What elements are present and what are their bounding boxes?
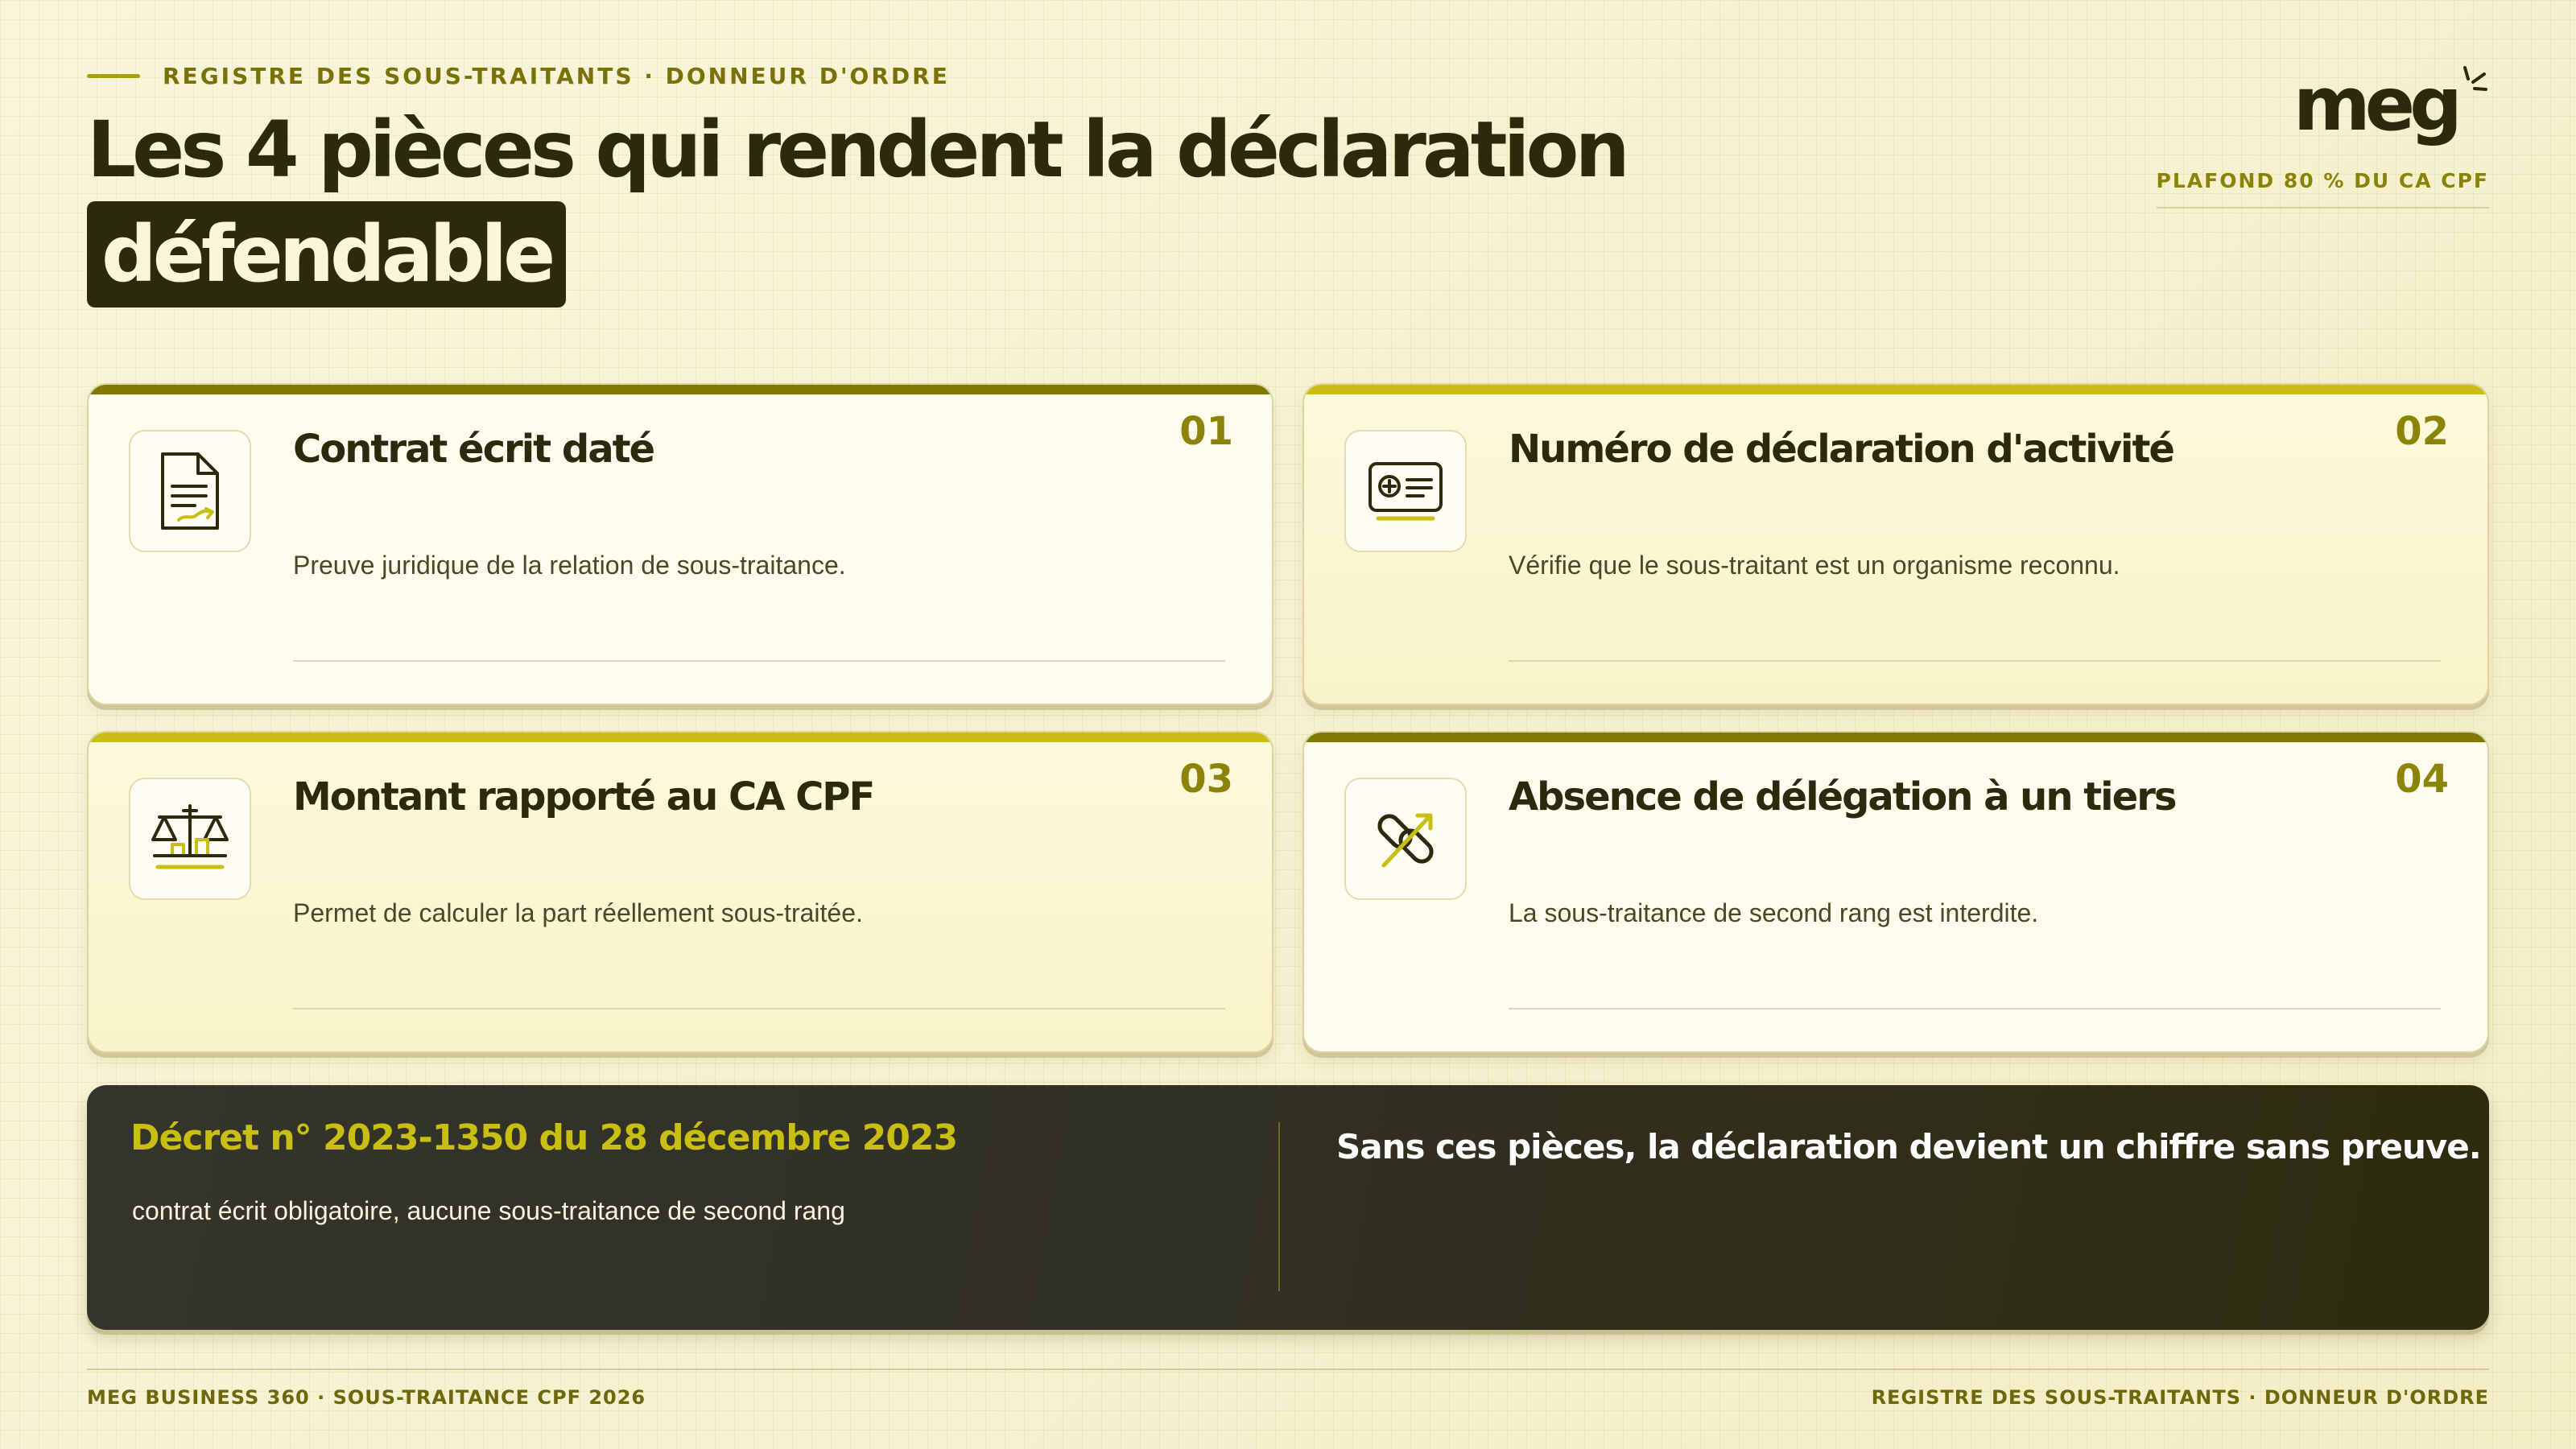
eyebrow: REGISTRE DES SOUS-TRAITANTS · DONNEUR D'… [87, 63, 950, 89]
decree-subtitle: contrat écrit obligatoire, aucune sous-t… [132, 1196, 845, 1225]
eyebrow-text: REGISTRE DES SOUS-TRAITANTS · DONNEUR D'… [163, 63, 950, 89]
card-accent-bar [1304, 733, 2487, 742]
card-accent-bar [1304, 385, 2487, 394]
card-description: Preuve juridique de la relation de sous-… [293, 551, 846, 580]
card-number: 03 [1179, 757, 1233, 802]
card-divider [1509, 660, 2441, 662]
evidence-card-amount: Montant rapporté au CA CPF 03 Permet de … [87, 731, 1274, 1053]
sparkle-icon [2463, 66, 2487, 91]
card-number: 01 [1179, 409, 1233, 454]
decree-title: Décret n° 2023-1350 du 28 décembre 2023 [130, 1117, 958, 1158]
evidence-card-contract: Contrat écrit daté 01 Preuve juridique d… [87, 383, 1274, 705]
decree-banner: Décret n° 2023-1350 du 28 décembre 2023 … [87, 1085, 2489, 1330]
card-divider [293, 660, 1225, 662]
card-number: 04 [2395, 757, 2449, 802]
evidence-cards-grid: Contrat écrit daté 01 Preuve juridique d… [87, 383, 2489, 1053]
page-title: Les 4 pièces qui rendent la déclaration [87, 105, 1630, 195]
card-icon-frame [1344, 778, 1467, 900]
brand-logo-text: meg [2293, 61, 2462, 147]
card-icon-frame [129, 778, 251, 900]
card-description: Vérifie que le sous-traitant est un orga… [1509, 551, 2120, 580]
card-icon-frame [1344, 430, 1467, 552]
card-icon-frame [129, 430, 251, 552]
balance-scale-icon [151, 804, 229, 869]
document-signature-icon [161, 452, 219, 530]
brand-tagline: PLAFOND 80 % DU CA CPF [2156, 169, 2489, 208]
footer-left-text: MEG BUSINESS 360 · SOUS-TRAITANCE CPF 20… [87, 1386, 646, 1409]
card-title: Numéro de déclaration d'activité [1509, 427, 2175, 472]
footer-right-text: REGISTRE DES SOUS-TRAITANTS · DONNEUR D'… [1871, 1386, 2489, 1409]
page-title-highlight: défendable [101, 209, 555, 299]
brand-logo: meg [2293, 66, 2489, 142]
card-title: Montant rapporté au CA CPF [293, 774, 875, 819]
page-title-highlight-box: défendable [87, 201, 567, 308]
card-accent-bar [89, 385, 1272, 394]
footer-divider [87, 1368, 2489, 1370]
card-title: Absence de délégation à un tiers [1509, 774, 2177, 819]
banner-divider [1278, 1122, 1280, 1291]
banner-statement: Sans ces pièces, la déclaration devient … [1336, 1127, 2482, 1166]
evidence-card-no-delegation: Absence de délégation à un tiers 04 La s… [1302, 731, 2489, 1053]
card-description: La sous-traitance de second rang est int… [1509, 898, 2039, 927]
card-description: Permet de calculer la part réellement so… [293, 898, 863, 927]
brand: meg PLAFOND 80 % DU CA CPF [2156, 66, 2489, 208]
card-number: 02 [2395, 409, 2449, 454]
card-divider [293, 1008, 1225, 1009]
evidence-card-activity-number: Numéro de déclaration d'activité 02 Véri… [1302, 383, 2489, 705]
card-title: Contrat écrit daté [293, 427, 655, 472]
card-divider [1509, 1008, 2441, 1009]
broken-link-icon [1377, 813, 1434, 868]
eyebrow-accent-line [87, 74, 140, 78]
id-card-icon [1368, 462, 1443, 521]
card-accent-bar [89, 733, 1272, 742]
